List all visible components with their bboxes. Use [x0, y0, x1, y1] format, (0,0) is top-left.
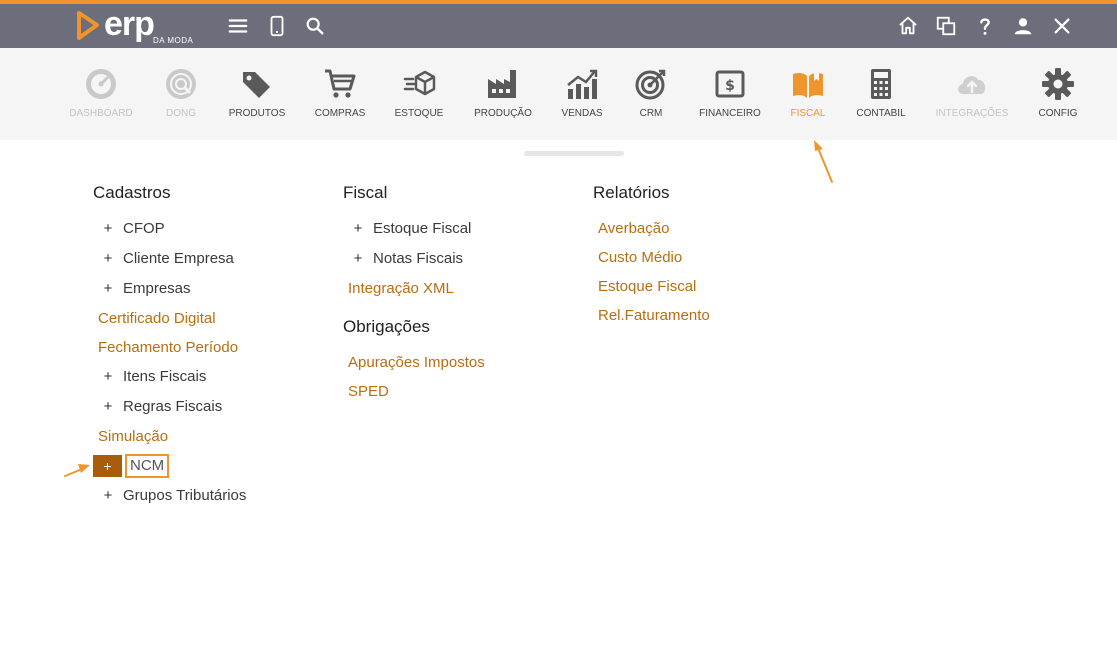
menu-link-simulacao[interactable]: Simulação [93, 422, 333, 451]
menu-link-integracao-xml[interactable]: Integração XML [343, 274, 583, 303]
plus-icon[interactable]: + [93, 481, 123, 511]
module-financeiro[interactable]: $ FINANCEIRO [685, 66, 775, 126]
search-icon[interactable] [301, 12, 329, 40]
menu-link-estoque-fiscal-relatorio[interactable]: Estoque Fiscal [593, 272, 833, 301]
module-producao[interactable]: PRODUÇÃO [458, 66, 548, 126]
box-icon [401, 66, 437, 102]
module-compras[interactable]: COMPRAS [295, 66, 385, 126]
plus-icon[interactable]: + [93, 392, 123, 422]
book-icon [790, 66, 826, 102]
menu-column-fiscal: Fiscal + Estoque Fiscal + Notas Fiscais In… [343, 183, 583, 406]
help-icon[interactable] [971, 12, 999, 40]
menu-item-ncm[interactable]: + NCM [93, 451, 333, 481]
menu-icon[interactable] [224, 12, 252, 40]
menu-column-cadastros: Cadastros + CFOP + Cliente Empresa + Empres… [93, 183, 333, 511]
menu-link-apuracoes-impostos[interactable]: Apurações Impostos [343, 348, 583, 377]
plus-icon[interactable]: + [343, 244, 373, 274]
plus-icon[interactable]: + [93, 274, 123, 304]
windows-icon[interactable] [932, 12, 960, 40]
menu-link-certificado-digital[interactable]: Certificado Digital [93, 304, 333, 333]
app-window: erp DA MODA DASHBOARD DONG PRODUTOS COMP… [0, 0, 1117, 648]
module-label: VENDAS [561, 108, 603, 119]
module-dashboard[interactable]: DASHBOARD [56, 66, 146, 126]
section-title-relatorios: Relatórios [593, 183, 670, 202]
module-label: CRM [639, 108, 663, 119]
plus-icon[interactable]: + [93, 214, 123, 244]
module-integracoes[interactable]: INTEGRAÇÕES [927, 66, 1017, 126]
gear-icon [1040, 66, 1076, 102]
module-config[interactable]: CONFIG [1013, 66, 1103, 126]
section-title-fiscal: Fiscal [343, 183, 388, 202]
menu-link-rel-faturamento[interactable]: Rel.Faturamento [593, 301, 833, 330]
user-icon[interactable] [1009, 12, 1037, 40]
module-label: DASHBOARD [69, 108, 133, 119]
menu-link-custo-medio[interactable]: Custo Médio [593, 243, 833, 272]
svg-text:$: $ [725, 78, 735, 94]
module-label: ESTOQUE [394, 108, 444, 119]
cloud-upload-icon [954, 66, 990, 102]
menu-link-averbacao[interactable]: Averbação [593, 214, 833, 243]
module-contabil[interactable]: CONTABIL [836, 66, 926, 126]
module-label: INTEGRAÇÕES [935, 108, 1009, 119]
dong-icon [163, 66, 199, 102]
dashboard-icon [83, 66, 119, 102]
brand-logo[interactable]: erp DA MODA [76, 5, 193, 45]
target-icon [633, 66, 669, 102]
scroll-handle[interactable] [524, 151, 624, 156]
menu-link-fechamento-periodo[interactable]: Fechamento Período [93, 333, 333, 362]
module-label: PRODUTOS [228, 108, 286, 119]
menu-item-regras-fiscais[interactable]: + Regras Fiscais [93, 392, 333, 422]
expand-ncm-button[interactable]: + [93, 455, 122, 477]
plus-icon[interactable]: + [343, 214, 373, 244]
module-label: FINANCEIRO [699, 108, 761, 119]
module-produtos[interactable]: PRODUTOS [212, 66, 302, 126]
cart-icon [322, 66, 358, 102]
module-label: DONG [166, 108, 196, 119]
module-label: PRODUÇÃO [474, 108, 532, 119]
menu-item-itens-fiscais[interactable]: + Itens Fiscais [93, 362, 333, 392]
home-icon[interactable] [894, 12, 922, 40]
menu-item-notas-fiscais[interactable]: + Notas Fiscais [343, 244, 583, 274]
module-label: CONFIG [1038, 108, 1078, 119]
close-icon[interactable] [1048, 12, 1076, 40]
plus-icon[interactable]: + [93, 362, 123, 392]
pointer-arrow-icon [814, 140, 833, 183]
brand-subtitle: DA MODA [153, 36, 194, 45]
money-icon: $ [712, 66, 748, 102]
module-estoque[interactable]: ESTOQUE [374, 66, 464, 126]
menu-column-relatorios: Relatórios Averbação Custo Médio Estoque… [593, 183, 833, 330]
menu-item-estoque-fiscal[interactable]: + Estoque Fiscal [343, 214, 583, 244]
tags-icon [239, 66, 275, 102]
factory-icon [485, 66, 521, 102]
ncm-label[interactable]: NCM [125, 454, 170, 478]
chart-icon [564, 66, 600, 102]
menu-link-sped[interactable]: SPED [343, 377, 583, 406]
menu-item-grupos-tributarios[interactable]: + Grupos Tributários [93, 481, 333, 511]
brand-name: erp [104, 5, 155, 43]
plus-icon[interactable]: + [93, 244, 123, 274]
menu-item-empresas[interactable]: + Empresas [93, 274, 333, 304]
module-crm[interactable]: CRM [606, 66, 696, 126]
calculator-icon [863, 66, 899, 102]
pointer-arrow-icon [64, 464, 90, 477]
menu-item-cliente-empresa[interactable]: + Cliente Empresa [93, 244, 333, 274]
menu-item-cfop[interactable]: + CFOP [93, 214, 333, 244]
module-label: CONTABIL [856, 108, 906, 119]
module-label: FISCAL [790, 108, 826, 119]
module-label: COMPRAS [314, 108, 366, 119]
play-logo-icon [76, 11, 100, 41]
mobile-icon[interactable] [263, 12, 291, 40]
section-title-cadastros: Cadastros [93, 183, 171, 202]
module-bar: DASHBOARD DONG PRODUTOS COMPRAS ESTOQUE [0, 48, 1117, 140]
section-title-obrigacoes: Obrigações [343, 317, 430, 336]
top-bar: erp DA MODA [0, 4, 1117, 48]
